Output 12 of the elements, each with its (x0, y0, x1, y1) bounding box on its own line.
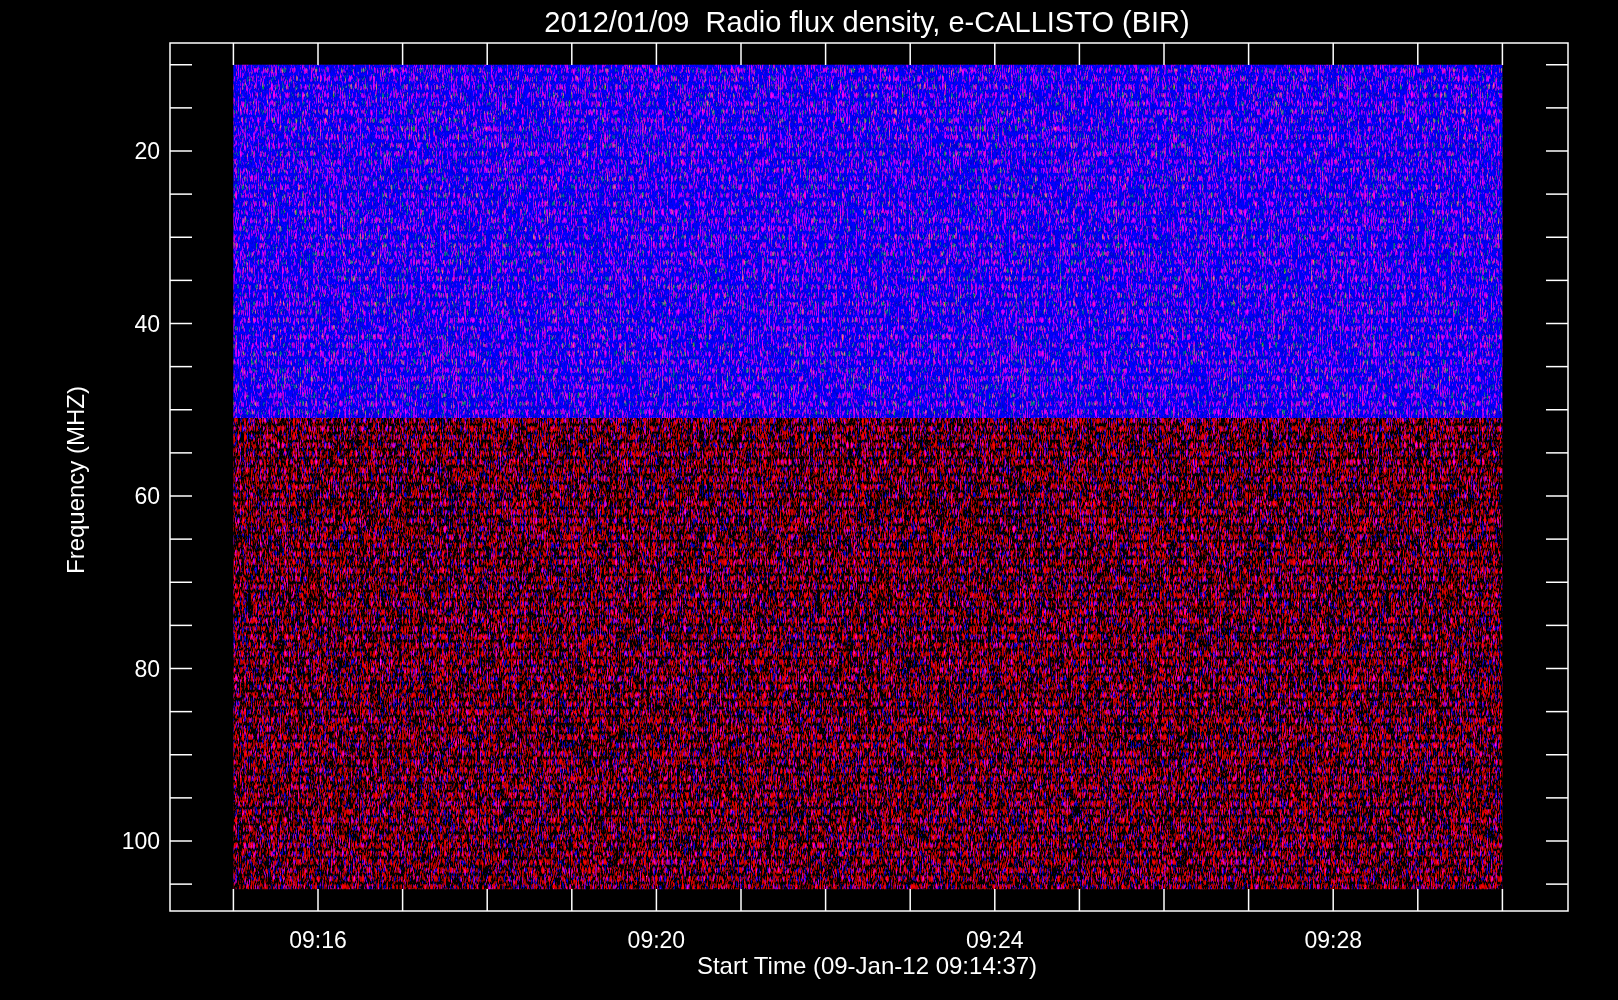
tick-label: 09:24 (966, 927, 1024, 953)
axis-label: Start Time (09-Jan-12 09:14:37) (696, 952, 1038, 979)
tick-label: 09:20 (627, 927, 686, 953)
tick-label: 40 (134, 310, 160, 337)
tick-label: 100 (121, 828, 160, 854)
tick-label: 09:16 (289, 927, 347, 953)
tick-label: 09:28 (1304, 927, 1362, 953)
axis-label: Frequency (MHZ) (62, 386, 89, 574)
tick-label: 60 (134, 483, 160, 509)
chart-title: 2012/01/09 Radio flux density, e-CALLISTO (BIR) (544, 6, 1190, 38)
tick-label: 80 (134, 655, 160, 682)
tick-label: 20 (134, 138, 160, 164)
